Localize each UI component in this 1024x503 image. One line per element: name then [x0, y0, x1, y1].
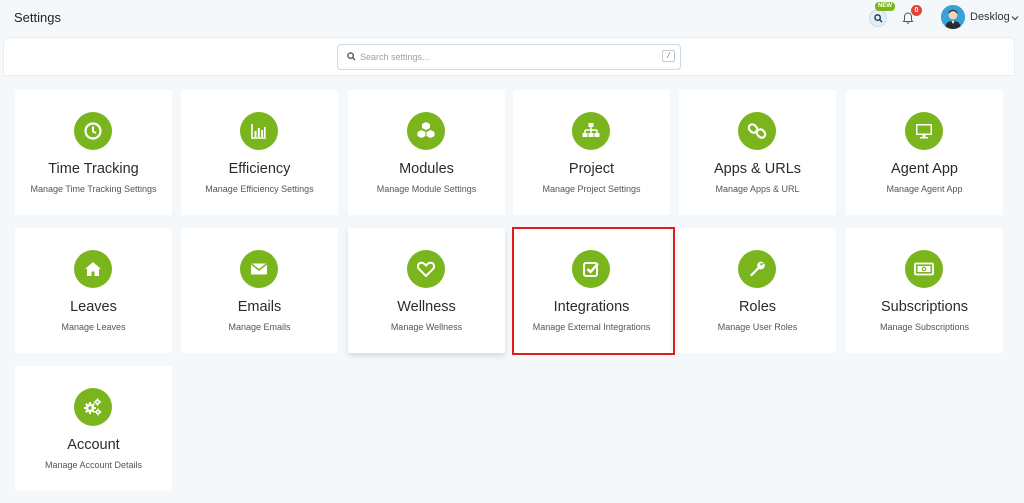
card-title: Agent App — [891, 161, 958, 177]
search-icon — [873, 13, 883, 23]
card-subtitle: Manage Subscriptions — [879, 322, 970, 332]
avatar[interactable] — [941, 5, 965, 29]
card-subscriptions[interactable]: Subscriptions Manage Subscriptions — [846, 228, 1003, 353]
card-subtitle: Manage Leaves — [61, 322, 126, 332]
keyboard-shortcut-hint: / — [662, 50, 675, 62]
notification-count-badge: 0 — [911, 5, 922, 16]
card-title: Roles — [738, 299, 777, 315]
global-search-button[interactable] — [869, 9, 887, 27]
card-subtitle: Manage Module Settings — [376, 184, 477, 194]
card-emails[interactable]: Emails Manage Emails — [181, 228, 338, 353]
card-title: Modules — [399, 161, 454, 177]
card-account[interactable]: Account Manage Account Details — [15, 366, 172, 491]
card-roles[interactable]: Roles Manage User Roles — [679, 228, 836, 353]
clock-icon — [74, 112, 112, 150]
card-title: Subscriptions — [880, 299, 969, 315]
card-subtitle: Manage Emails — [228, 322, 291, 332]
cubes-icon — [407, 112, 445, 150]
settings-search-field[interactable] — [337, 44, 681, 70]
link-icon — [738, 112, 776, 150]
card-subtitle: Manage Apps & URL — [715, 184, 800, 194]
card-subtitle: Manage Time Tracking Settings — [30, 184, 157, 194]
card-subtitle: Manage Account Details — [44, 460, 143, 470]
card-leaves[interactable]: Leaves Manage Leaves — [15, 228, 172, 353]
card-title: Emails — [237, 299, 282, 315]
card-project[interactable]: Project Manage Project Settings — [513, 90, 670, 215]
card-title: Leaves — [70, 299, 117, 315]
card-subtitle: Manage Project Settings — [542, 184, 641, 194]
card-title: Apps & URLs — [713, 161, 802, 177]
chevron-down-icon[interactable] — [1011, 14, 1019, 22]
bar-chart-icon — [240, 112, 278, 150]
card-title: Project — [568, 161, 615, 177]
gears-icon — [74, 388, 112, 426]
new-badge: NEW — [875, 2, 895, 11]
card-title: Account — [67, 437, 120, 453]
card-time-tracking[interactable]: Time Tracking Manage Time Tracking Setti… — [15, 90, 172, 215]
card-wellness[interactable]: Wellness Manage Wellness — [348, 228, 505, 353]
card-subtitle: Manage User Roles — [717, 322, 798, 332]
home-icon — [74, 250, 112, 288]
monitor-icon — [905, 112, 943, 150]
card-title: Time Tracking — [48, 161, 139, 177]
page-title: Settings — [14, 10, 61, 25]
search-input[interactable] — [360, 48, 660, 66]
card-efficiency[interactable]: Efficiency Manage Efficiency Settings — [181, 90, 338, 215]
top-bar: Settings NEW 0 Desklog — [0, 0, 1024, 36]
user-avatar-icon — [941, 5, 965, 29]
search-icon — [347, 52, 356, 61]
card-title: Efficiency — [228, 161, 291, 177]
card-apps-urls[interactable]: Apps & URLs Manage Apps & URL — [679, 90, 836, 215]
card-subtitle: Manage Wellness — [390, 322, 463, 332]
highlight-box — [512, 227, 675, 355]
card-agent-app[interactable]: Agent App Manage Agent App — [846, 90, 1003, 215]
card-subtitle: Manage Agent App — [886, 184, 963, 194]
wrench-icon — [738, 250, 776, 288]
card-modules[interactable]: Modules Manage Module Settings — [348, 90, 505, 215]
money-icon — [905, 250, 943, 288]
card-subtitle: Manage Efficiency Settings — [205, 184, 314, 194]
user-name[interactable]: Desklog — [970, 11, 1010, 23]
sitemap-icon — [572, 112, 610, 150]
card-title: Wellness — [397, 299, 456, 315]
heart-icon — [407, 250, 445, 288]
envelope-icon — [240, 250, 278, 288]
